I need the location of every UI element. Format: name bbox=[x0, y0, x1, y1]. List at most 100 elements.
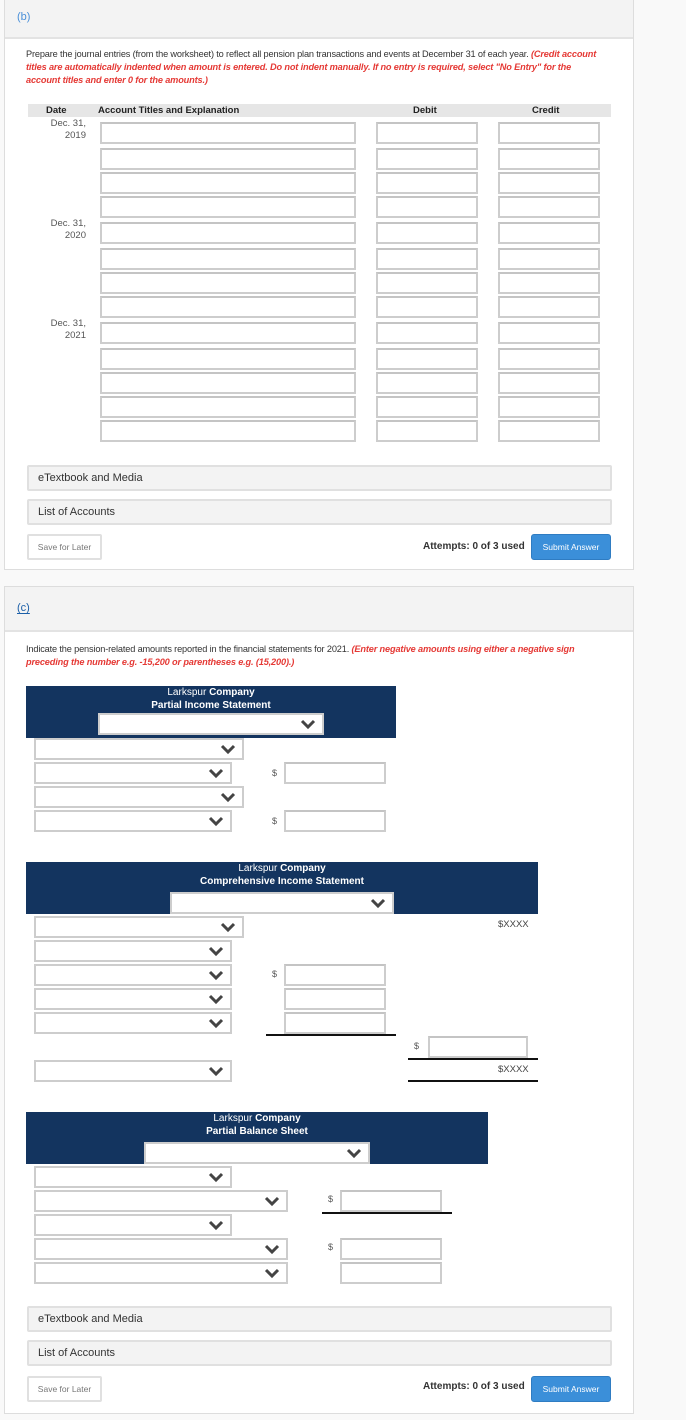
journal-account-input[interactable] bbox=[100, 222, 356, 244]
journal-account-input[interactable] bbox=[100, 396, 356, 418]
comprehensive-amount-input[interactable] bbox=[284, 1012, 386, 1034]
journal-debit-input[interactable] bbox=[376, 222, 478, 244]
balance-line-select[interactable] bbox=[34, 1166, 232, 1188]
etextbook-media-label: eTextbook and Media bbox=[38, 1313, 143, 1325]
journal-debit-input[interactable] bbox=[376, 196, 478, 218]
comprehensive-amount-input[interactable] bbox=[284, 988, 386, 1010]
chevron-down-icon bbox=[208, 1066, 224, 1077]
comprehensive-line-select[interactable] bbox=[34, 1060, 232, 1082]
journal-credit-input[interactable] bbox=[498, 296, 600, 318]
journal-debit-input[interactable] bbox=[376, 420, 478, 442]
chevron-down-icon bbox=[208, 1172, 224, 1183]
income-line-select[interactable] bbox=[34, 738, 244, 760]
comprehensive-line-select[interactable] bbox=[34, 940, 232, 962]
save-for-later-button-c[interactable]: Save for Later bbox=[27, 1376, 102, 1402]
balance-line-select[interactable] bbox=[34, 1262, 288, 1284]
currency-symbol: $ bbox=[272, 768, 278, 778]
income-amount-input[interactable] bbox=[284, 762, 386, 784]
currency-symbol: $ bbox=[328, 1242, 334, 1252]
journal-date: Dec. 31, 2019 bbox=[26, 118, 86, 142]
journal-credit-input[interactable] bbox=[498, 248, 600, 270]
balance-sheet-title: Partial Balance Sheet bbox=[206, 1126, 308, 1137]
journal-credit-input[interactable] bbox=[498, 122, 600, 144]
journal-debit-input[interactable] bbox=[376, 148, 478, 170]
journal-debit-input[interactable] bbox=[376, 396, 478, 418]
journal-account-input[interactable] bbox=[100, 172, 356, 194]
income-line-select[interactable] bbox=[34, 762, 232, 784]
balance-line-select[interactable] bbox=[34, 1214, 232, 1236]
save-for-later-button-b[interactable]: Save for Later bbox=[27, 534, 102, 560]
balance-amount-input[interactable] bbox=[340, 1262, 442, 1284]
journal-credit-input[interactable] bbox=[498, 148, 600, 170]
company-name-plain: Larkspur bbox=[238, 863, 281, 874]
journal-credit-input[interactable] bbox=[498, 420, 600, 442]
comprehensive-amount-input[interactable] bbox=[284, 964, 386, 986]
attempts-counter-b: Attempts: 0 of 3 used bbox=[423, 541, 525, 552]
chevron-down-icon bbox=[220, 744, 236, 755]
journal-credit-input[interactable] bbox=[498, 372, 600, 394]
journal-account-input[interactable] bbox=[100, 148, 356, 170]
comprehensive-total-input[interactable] bbox=[428, 1036, 528, 1058]
etextbook-media-bar-c[interactable]: eTextbook and Media bbox=[27, 1306, 612, 1332]
journal-account-input[interactable] bbox=[100, 296, 356, 318]
journal-header: Date Account Titles and Explanation Debi… bbox=[28, 104, 611, 117]
journal-credit-input[interactable] bbox=[498, 272, 600, 294]
total-rule bbox=[408, 1058, 538, 1060]
balance-line-select[interactable] bbox=[34, 1190, 288, 1212]
journal-credit-input[interactable] bbox=[498, 172, 600, 194]
journal-credit-input[interactable] bbox=[498, 222, 600, 244]
balance-subtotal-rule bbox=[322, 1212, 452, 1214]
journal-credit-input[interactable] bbox=[498, 396, 600, 418]
journal-debit-input[interactable] bbox=[376, 122, 478, 144]
comprehensive-period-select[interactable] bbox=[170, 892, 394, 914]
company-name-plain: Larkspur bbox=[213, 1113, 256, 1124]
submit-answer-button-b[interactable]: Submit Answer bbox=[531, 534, 611, 560]
journal-account-input[interactable] bbox=[100, 272, 356, 294]
income-period-select[interactable] bbox=[98, 713, 324, 735]
balance-amount-input[interactable] bbox=[340, 1190, 442, 1212]
income-line-select[interactable] bbox=[34, 786, 244, 808]
journal-debit-input[interactable] bbox=[376, 296, 478, 318]
currency-symbol: $ bbox=[328, 1194, 334, 1204]
comprehensive-line-select[interactable] bbox=[34, 964, 232, 986]
comprehensive-line-select[interactable] bbox=[34, 1012, 232, 1034]
submit-answer-button-c[interactable]: Submit Answer bbox=[531, 1376, 611, 1402]
journal-account-input[interactable] bbox=[100, 122, 356, 144]
chevron-down-icon bbox=[208, 994, 224, 1005]
balance-amount-input[interactable] bbox=[340, 1238, 442, 1260]
journal-account-input[interactable] bbox=[100, 248, 356, 270]
income-company-name: Larkspur Company bbox=[26, 686, 396, 699]
journal-debit-input[interactable] bbox=[376, 348, 478, 370]
journal-debit-input[interactable] bbox=[376, 322, 478, 344]
balance-company-name: Larkspur Company bbox=[26, 1112, 488, 1125]
journal-credit-input[interactable] bbox=[498, 348, 600, 370]
income-line-select[interactable] bbox=[34, 810, 232, 832]
journal-account-input[interactable] bbox=[100, 348, 356, 370]
journal-date-line2: 2021 bbox=[64, 330, 86, 341]
income-statement-title: Partial Income Statement bbox=[151, 700, 271, 711]
list-of-accounts-bar-c[interactable]: List of Accounts bbox=[27, 1340, 612, 1366]
balance-period-select[interactable] bbox=[144, 1142, 370, 1164]
journal-debit-input[interactable] bbox=[376, 372, 478, 394]
journal-debit-input[interactable] bbox=[376, 272, 478, 294]
etextbook-media-bar-b[interactable]: eTextbook and Media bbox=[27, 465, 612, 491]
journal-account-input[interactable] bbox=[100, 372, 356, 394]
journal-account-input[interactable] bbox=[100, 420, 356, 442]
journal-date-line1: Dec. 31, bbox=[50, 218, 86, 229]
income-amount-input[interactable] bbox=[284, 810, 386, 832]
journal-account-input[interactable] bbox=[100, 196, 356, 218]
journal-debit-input[interactable] bbox=[376, 172, 478, 194]
comprehensive-line-select[interactable] bbox=[34, 988, 232, 1010]
comprehensive-line-select[interactable] bbox=[34, 916, 244, 938]
balance-line-select[interactable] bbox=[34, 1238, 288, 1260]
journal-debit-input[interactable] bbox=[376, 248, 478, 270]
chevron-down-icon bbox=[208, 1220, 224, 1231]
part-c-label[interactable]: (c) bbox=[17, 602, 30, 614]
journal-account-input[interactable] bbox=[100, 322, 356, 344]
journal-credit-input[interactable] bbox=[498, 196, 600, 218]
list-of-accounts-bar-b[interactable]: List of Accounts bbox=[27, 499, 612, 525]
journal-credit-input[interactable] bbox=[498, 322, 600, 344]
list-of-accounts-label: List of Accounts bbox=[38, 506, 116, 518]
part-c-header: (c) bbox=[5, 587, 633, 632]
part-c-instructions: Indicate the pension-related amounts rep… bbox=[26, 643, 606, 669]
